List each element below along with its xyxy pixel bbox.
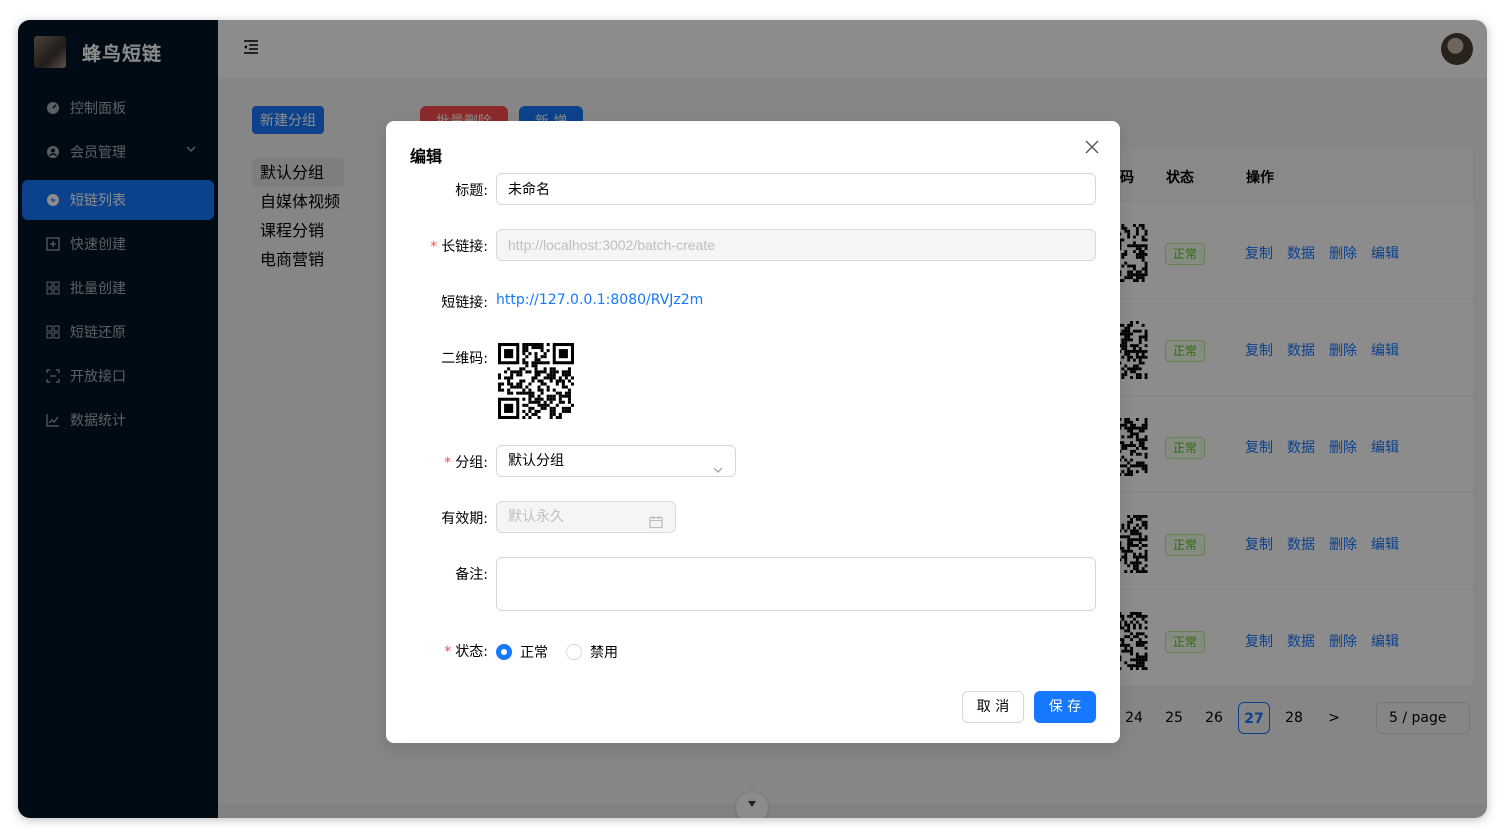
- group-label: * 分组:: [444, 455, 488, 471]
- short-url-link[interactable]: http://127.0.0.1:8080/RVJz2m: [496, 292, 703, 308]
- title-input[interactable]: [496, 173, 1096, 205]
- chevron-down-icon: [713, 456, 723, 473]
- radio-normal[interactable]: [496, 644, 512, 660]
- long-url-label: * 长链接:: [430, 239, 488, 255]
- calendar-icon: [649, 510, 663, 529]
- radio-disabled-label[interactable]: 禁用: [590, 642, 618, 662]
- note-label: 备注:: [455, 567, 488, 583]
- radio-normal-label[interactable]: 正常: [520, 642, 548, 662]
- note-textarea[interactable]: [496, 557, 1096, 611]
- expiry-label: 有效期:: [441, 511, 488, 527]
- radio-disabled[interactable]: [566, 644, 582, 660]
- save-button[interactable]: 保 存: [1034, 691, 1096, 723]
- cancel-button[interactable]: 取 消: [962, 691, 1024, 723]
- close-icon[interactable]: [1084, 139, 1100, 155]
- group-select[interactable]: 默认分组: [496, 445, 736, 477]
- edit-modal: 编辑 标题: *长链接: 短链接: http://127.0.0.1:8080/…: [386, 121, 1120, 743]
- expiry-placeholder: 默认永久: [508, 509, 564, 525]
- modal-title: 编辑: [410, 147, 443, 166]
- status-label: * 状态:: [444, 644, 488, 660]
- qr-code-image: [498, 343, 574, 419]
- app-window: 蜂鸟短链 控制面板 会员管理 短链列表 快速创建 批量创建 短链还原 开放接口 …: [18, 20, 1487, 818]
- title-label: 标题:: [455, 183, 488, 199]
- expiry-date-picker: 默认永久: [496, 501, 676, 533]
- qr-label: 二维码:: [441, 351, 488, 367]
- long-url-input: [496, 229, 1096, 261]
- status-radio-group: 正常 禁用: [496, 642, 636, 662]
- group-select-value: 默认分组: [508, 453, 564, 469]
- short-url-label: 短链接:: [441, 295, 488, 311]
